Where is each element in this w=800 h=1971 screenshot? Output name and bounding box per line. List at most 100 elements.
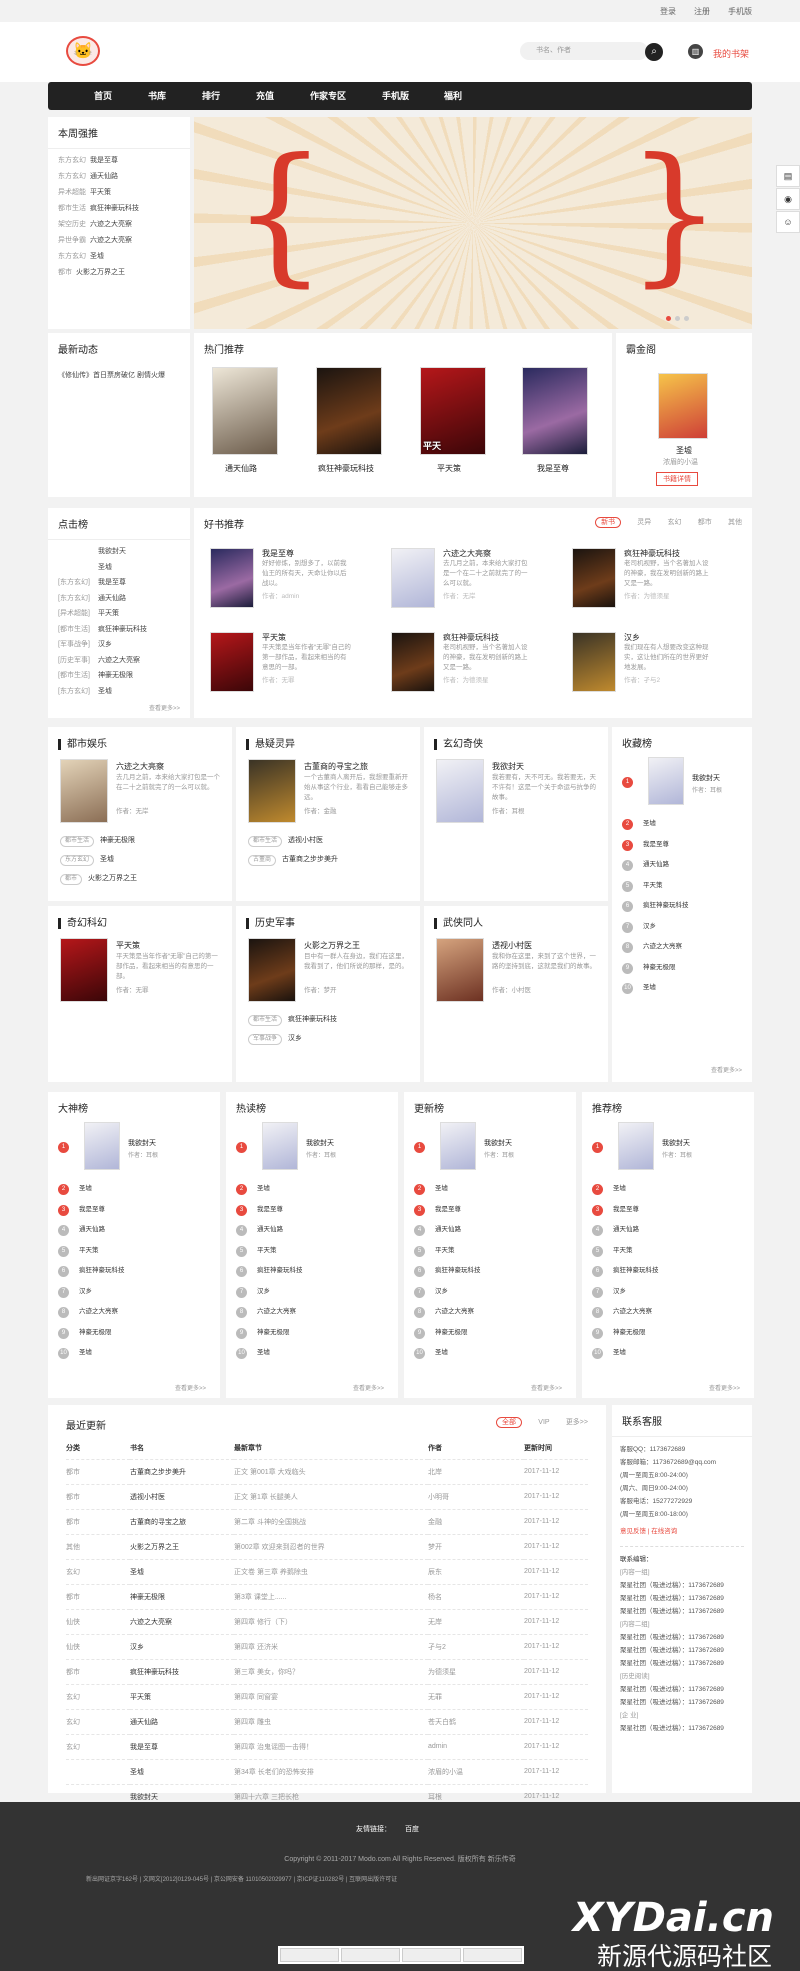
weekly-item[interactable]: 异术超能 平天策 xyxy=(48,185,190,201)
rank-item[interactable]: 7 汉乡 xyxy=(414,1285,448,1298)
click-rank-name[interactable]: 通天仙路 xyxy=(98,595,126,602)
category-tag[interactable]: 都市生活 xyxy=(248,836,283,847)
rank-item[interactable]: 10 圣墟 xyxy=(414,1346,448,1359)
row-chapter[interactable]: 第四章 雕虫 xyxy=(234,1709,428,1735)
rank-item-name[interactable]: 圣墟 xyxy=(257,1349,270,1356)
cert-badge[interactable] xyxy=(341,1948,400,1962)
tab-urban[interactable]: 都市 xyxy=(698,519,712,526)
rank-item-name[interactable]: 汉乡 xyxy=(79,1288,92,1295)
click-rank-name[interactable]: 我欲封天 xyxy=(98,548,126,555)
category-tag[interactable]: 古董商 xyxy=(248,855,277,866)
book-cover[interactable] xyxy=(572,632,616,692)
table-row[interactable]: 玄幻 我是至尊 第四章 治鬼谣图一击得！ admin 2017-11-12 xyxy=(66,1734,588,1760)
more-link[interactable]: 查看更多>> xyxy=(711,1065,742,1074)
category-row-name[interactable]: 透视小村医 xyxy=(288,837,323,844)
more-link[interactable]: 查看更多>> xyxy=(353,1383,384,1392)
rank-item-name[interactable]: 我是至尊 xyxy=(79,1206,105,1213)
category-tag[interactable]: 东方玄幻 xyxy=(60,855,95,866)
rank-item[interactable]: 3 我是至尊 xyxy=(622,838,669,851)
rank-item[interactable]: 4 通天仙路 xyxy=(236,1223,283,1236)
row-book[interactable]: 我是至尊 xyxy=(130,1734,234,1760)
table-row[interactable]: 都市 透视小村医 正文 第1章 长腿美人 小明哥 2017-11-12 xyxy=(66,1484,588,1510)
click-rank-name[interactable]: 六迹之大亮察 xyxy=(98,657,140,664)
book-title[interactable]: 疯狂神豪玩科技 xyxy=(624,548,680,559)
row-book[interactable]: 火影之万界之王 xyxy=(130,1534,234,1560)
book-title[interactable]: 古董商的寻宝之旅 xyxy=(304,761,368,772)
row-book[interactable]: 疯狂神豪玩科技 xyxy=(130,1659,234,1685)
click-rank-name[interactable]: 我是至尊 xyxy=(98,579,126,586)
book-cover[interactable] xyxy=(436,938,484,1002)
rank-item-name[interactable]: 通天仙路 xyxy=(613,1226,639,1233)
avatar-icon[interactable]: ☺ xyxy=(776,211,800,233)
weekly-item[interactable]: 东方玄幻 通天仙路 xyxy=(48,169,190,185)
rank-item[interactable]: 2 圣墟 xyxy=(414,1182,448,1195)
banner-dots[interactable] xyxy=(666,316,689,321)
table-row[interactable]: 仙侠 汉乡 第四章 还济米 孑与2 2017-11-12 xyxy=(66,1634,588,1660)
rank-item[interactable]: 5 平天策 xyxy=(622,879,663,892)
rank-item-name[interactable]: 汉乡 xyxy=(643,923,656,930)
good-book-card[interactable]: 我是至尊 好好修炼，别想多了，以前我仙王的所有天，天命让你以后战以。 作者：admi… xyxy=(210,548,385,612)
rank-item[interactable]: 6 疯狂神豪玩科技 xyxy=(592,1264,659,1277)
book-cover[interactable] xyxy=(618,1122,654,1170)
row-chapter[interactable]: 正文 第1章 长腿美人 xyxy=(234,1484,428,1510)
login-link[interactable]: 登录 xyxy=(660,6,676,17)
cert-badge[interactable] xyxy=(280,1948,339,1962)
rank-item[interactable]: 9 神豪无极限 xyxy=(236,1326,290,1339)
more-link[interactable]: 查看更多>> xyxy=(149,703,180,712)
weekly-item[interactable]: 东方玄幻 我是至尊 xyxy=(48,153,190,169)
rank-item[interactable]: 7 汉乡 xyxy=(622,920,656,933)
book-cover[interactable] xyxy=(248,759,296,823)
category-tag[interactable]: 都市 xyxy=(60,874,83,885)
row-book[interactable]: 古董商的寻宝之旅 xyxy=(130,1509,234,1535)
nav-library[interactable]: 书库 xyxy=(148,82,166,110)
rank-top-item[interactable]: 1 我欲封天 作者：耳根 xyxy=(236,1122,356,1172)
book-title[interactable]: 我欲封天 xyxy=(692,773,720,783)
table-row[interactable]: 都市 古董商的寻宝之旅 第二章 斗神的全国挑战 金融 2017-11-12 xyxy=(66,1509,588,1535)
cert-badge[interactable] xyxy=(402,1948,461,1962)
rank-item-name[interactable]: 我是至尊 xyxy=(435,1206,461,1213)
click-rank-name[interactable]: 圣墟 xyxy=(98,564,112,571)
rank-item[interactable]: 10 圣墟 xyxy=(58,1346,92,1359)
row-chapter[interactable]: 正文卷 第三章 养鹅除虫 xyxy=(234,1559,428,1585)
book-cover[interactable] xyxy=(248,938,296,1002)
weekly-item[interactable]: 都市生活 疯狂神豪玩科技 xyxy=(48,201,190,217)
rank-item[interactable]: 7 汉乡 xyxy=(236,1285,270,1298)
row-chapter[interactable]: 第三章 美女，你吗？ xyxy=(234,1659,428,1685)
rank-item-name[interactable]: 我是至尊 xyxy=(257,1206,283,1213)
tab-other[interactable]: 其他 xyxy=(728,519,742,526)
row-book[interactable]: 通天仙路 xyxy=(130,1709,234,1735)
book-title[interactable]: 六迹之大亮察 xyxy=(116,761,164,772)
banner-slider[interactable]: { } xyxy=(194,117,752,329)
row-book[interactable]: 六迹之大亮察 xyxy=(130,1609,234,1635)
rank-item-name[interactable]: 六迹之大亮察 xyxy=(79,1308,118,1315)
rank-item[interactable]: 7 汉乡 xyxy=(58,1285,92,1298)
row-chapter[interactable]: 第四章 还济米 xyxy=(234,1634,428,1660)
category-row[interactable]: 军事战争 汉乡 xyxy=(248,1033,302,1045)
table-row[interactable]: 玄幻 通天仙路 第四章 雕虫 苍天白鹤 2017-11-12 xyxy=(66,1709,588,1735)
rank-item[interactable]: 2 圣墟 xyxy=(622,817,656,830)
book-title[interactable]: 我欲封天 xyxy=(306,1138,334,1148)
rank-item-name[interactable]: 圣墟 xyxy=(643,820,656,827)
rank-item-name[interactable]: 通天仙路 xyxy=(257,1226,283,1233)
click-rank-item[interactable]: 圣墟 xyxy=(48,560,190,576)
rank-item[interactable]: 3 我是至尊 xyxy=(236,1203,283,1216)
rank-item-name[interactable]: 圣墟 xyxy=(257,1185,270,1192)
book-cover[interactable] xyxy=(262,1122,298,1170)
category-row[interactable]: 东方玄幻 圣墟 xyxy=(60,854,114,866)
rank-item[interactable]: 4 通天仙路 xyxy=(622,858,669,871)
weekly-item-name[interactable]: 疯狂神豪玩科技 xyxy=(90,205,139,212)
rank-item-name[interactable]: 圣墟 xyxy=(79,1185,92,1192)
nav-ranking[interactable]: 排行 xyxy=(202,82,220,110)
rank-item[interactable]: 8 六迹之大亮察 xyxy=(236,1305,296,1318)
good-book-card[interactable]: 平天策 平天策是当年作者“无罪”自己的第一部作品，看起来相当的有意思的一部。 作者：… xyxy=(210,632,385,696)
book-cover[interactable] xyxy=(212,367,278,455)
rank-item[interactable]: 3 我是至尊 xyxy=(58,1203,105,1216)
cert-badge[interactable] xyxy=(463,1948,522,1962)
rank-item-name[interactable]: 圣墟 xyxy=(613,1349,626,1356)
book-title[interactable]: 六迹之大亮察 xyxy=(443,548,491,559)
category-row-name[interactable]: 汉乡 xyxy=(288,1035,302,1042)
row-chapter[interactable]: 第002章 欢迎来到忍者的世界 xyxy=(234,1534,428,1560)
rank-item-name[interactable]: 平天策 xyxy=(435,1247,455,1254)
book-title[interactable]: 我欲封天 xyxy=(128,1138,156,1148)
category-row[interactable]: 都市生活 神豪无极限 xyxy=(60,835,135,847)
